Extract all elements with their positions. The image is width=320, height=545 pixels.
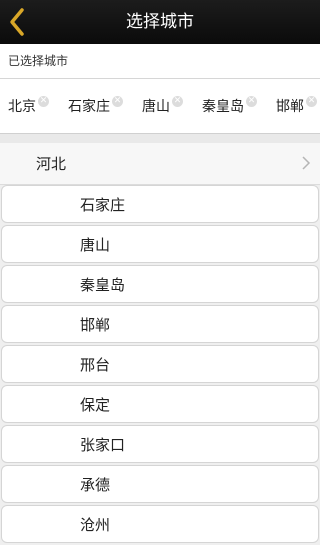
city-label: 沧州: [80, 516, 111, 534]
close-icon[interactable]: ✕: [246, 96, 257, 107]
city-list-item[interactable]: 张家口: [1, 425, 319, 463]
close-icon[interactable]: ✕: [38, 96, 49, 107]
province-label: 河北: [36, 155, 67, 173]
city-label: 张家口: [80, 436, 126, 454]
city-list-item[interactable]: 石家庄: [1, 185, 319, 223]
city-label: 秦皇岛: [80, 276, 126, 294]
city-label: 石家庄: [80, 196, 126, 214]
chip-label: 北京: [8, 99, 36, 115]
city-list-item[interactable]: 邢台: [1, 345, 319, 383]
city-list-item[interactable]: 沧州: [1, 505, 319, 543]
close-icon[interactable]: ✕: [112, 96, 123, 107]
chevron-right-icon: [302, 156, 311, 170]
city-list-item[interactable]: 承德: [1, 465, 319, 503]
close-icon[interactable]: ✕: [172, 96, 183, 107]
selected-cities-bar: 北京 ✕ 石家庄 ✕ 唐山 ✕ 秦皇岛 ✕ 邯郸 ✕: [0, 79, 320, 133]
close-icon[interactable]: ✕: [306, 96, 317, 107]
city-list-item[interactable]: 秦皇岛: [1, 265, 319, 303]
chip-label: 邯郸: [276, 99, 304, 115]
selected-cities-header: 已选择城市: [0, 44, 320, 79]
section-divider: [0, 133, 320, 143]
city-label: 邯郸: [80, 316, 111, 334]
header-bar: 选择城市: [0, 0, 320, 44]
city-label: 唐山: [80, 236, 111, 254]
chip-label: 石家庄: [68, 99, 110, 115]
province-row-hebei[interactable]: 河北: [0, 143, 320, 185]
chip-label: 唐山: [142, 99, 170, 115]
chip-label: 秦皇岛: [202, 99, 244, 115]
city-label: 承德: [80, 476, 111, 494]
city-list-item[interactable]: 唐山: [1, 225, 319, 263]
city-list: 石家庄 唐山 秦皇岛 邯郸 邢台 保定 张家口 承德 沧州: [0, 185, 320, 545]
city-list-item[interactable]: 邯郸: [1, 305, 319, 343]
city-label: 保定: [80, 396, 111, 414]
city-list-item[interactable]: 保定: [1, 385, 319, 423]
page-title: 选择城市: [126, 12, 194, 32]
selected-cities-label: 已选择城市: [8, 54, 69, 68]
city-label: 邢台: [80, 356, 111, 374]
